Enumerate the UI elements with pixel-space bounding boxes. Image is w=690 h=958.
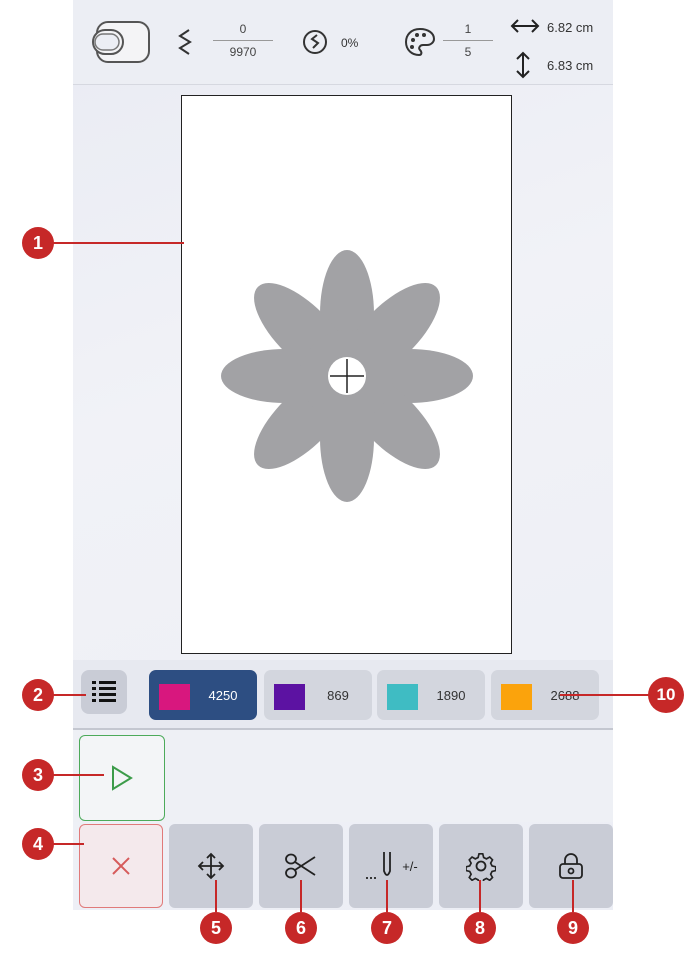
start-stitching-button[interactable] — [79, 735, 165, 821]
color-counter: 1 5 — [443, 22, 493, 59]
list-icon — [92, 681, 116, 702]
color-block-2[interactable]: 869 — [264, 670, 372, 720]
callout-1: 1 — [22, 227, 54, 259]
cancel-icon — [112, 857, 130, 875]
embroidery-field[interactable] — [181, 95, 512, 654]
callout-10: 10 — [648, 677, 684, 713]
progress-icon — [301, 28, 329, 56]
embroidery-stitch-out-screen: 0 9970 0% 1 5 6.82 cm 6.83 cm 4250 869 1… — [73, 0, 613, 910]
scissors-icon — [285, 853, 316, 879]
callout-9: 9 — [557, 912, 589, 944]
callout-2: 2 — [22, 679, 54, 711]
stitch-adjust-button[interactable]: +/- — [349, 824, 433, 908]
height-arrow-icon — [515, 50, 531, 80]
palette-icon — [403, 26, 437, 58]
width-arrow-icon — [509, 18, 541, 34]
color-swatch — [501, 684, 532, 710]
color-swatch — [387, 684, 418, 710]
callout-7: 7 — [371, 912, 403, 944]
status-bar: 0 9970 0% 1 5 6.82 cm 6.83 cm — [73, 0, 613, 85]
lock-button[interactable] — [529, 824, 613, 908]
thread-number: 1890 — [436, 688, 466, 703]
callout-8: 8 — [464, 912, 496, 944]
hoop-icon[interactable] — [91, 16, 155, 68]
color-block-bar: 4250 869 1890 2688 — [73, 660, 613, 728]
needle-stitch-adjust-icon — [366, 852, 392, 879]
stitch-current: 0 — [239, 22, 247, 36]
callout-leader — [300, 880, 302, 912]
lock-icon — [559, 853, 583, 879]
cancel-button[interactable] — [79, 824, 163, 908]
play-icon — [112, 765, 133, 791]
callout-leader — [44, 242, 184, 244]
callout-6: 6 — [285, 912, 317, 944]
callout-leader — [560, 694, 650, 696]
design-height: 6.83 cm — [547, 58, 594, 73]
color-swatch — [274, 684, 305, 710]
thread-number: 869 — [327, 688, 349, 703]
stitch-adjust-label: +/- — [402, 858, 418, 874]
callout-5: 5 — [200, 912, 232, 944]
color-block-3[interactable]: 1890 — [377, 670, 485, 720]
bottom-toolbar: +/- — [73, 822, 613, 910]
color-total: 5 — [443, 40, 493, 59]
color-block-1[interactable]: 4250 — [149, 670, 257, 720]
gear-icon — [466, 852, 496, 881]
color-list-button[interactable] — [81, 670, 127, 714]
callout-leader — [215, 880, 217, 912]
callout-leader — [479, 880, 481, 912]
move-icon — [197, 852, 225, 880]
move-button[interactable] — [169, 824, 253, 908]
design-width: 6.82 cm — [547, 20, 594, 35]
callout-leader — [572, 880, 574, 912]
color-swatch — [159, 684, 190, 710]
callout-4: 4 — [22, 828, 54, 860]
action-area — [73, 730, 613, 822]
stitch-counter: 0 9970 — [213, 22, 273, 59]
stitch-count-icon — [177, 28, 193, 56]
progress-percent: 0% — [341, 36, 359, 50]
callout-3: 3 — [22, 759, 54, 791]
settings-button[interactable] — [439, 824, 523, 908]
flower-design — [221, 250, 473, 502]
color-current: 1 — [464, 22, 472, 36]
stitch-total: 9970 — [213, 40, 273, 59]
callout-leader — [386, 880, 388, 912]
thread-number: 4250 — [208, 688, 238, 703]
